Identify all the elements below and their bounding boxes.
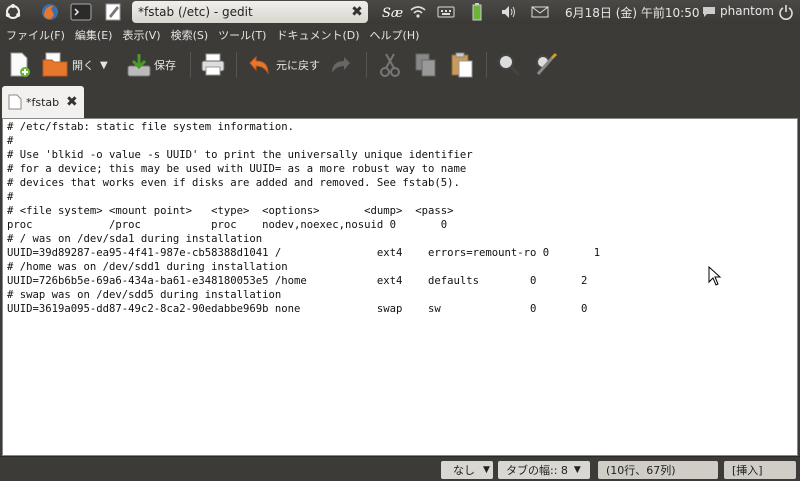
close-tab-icon[interactable]: ✖ [66,94,84,110]
insert-mode-text: [挿入] [732,464,763,477]
tab-label: *fstab [26,95,60,109]
menu-view[interactable]: 表示(V) [116,24,164,44]
menu-help[interactable]: ヘルプ(H) [364,24,424,44]
find-button[interactable] [496,50,522,80]
svg-text:Sæ: Sæ [382,6,403,21]
toolbar-separator [366,52,367,78]
open-button[interactable]: 開く [42,50,94,80]
ubuntu-logo-icon[interactable] [2,2,24,22]
keyboard-icon[interactable] [436,2,456,22]
highlight-mode-select[interactable]: なし ▼ [441,461,493,479]
redo-button[interactable] [330,50,354,80]
menu-tools[interactable]: ツール(T) [212,24,270,44]
menu-documents[interactable]: ドキュメント(D) [270,24,363,44]
text-editor[interactable]: # /etc/fstab: static file system informa… [2,118,798,456]
editor-content[interactable]: # /etc/fstab: static file system informa… [3,119,797,316]
firefox-icon[interactable] [38,2,62,22]
undo-label: 元に戻す [276,59,320,72]
save-button[interactable]: 保存 [126,50,176,80]
window-task-button[interactable]: *fstab (/etc) - gedit ✖ [132,1,368,23]
input-method-icon[interactable]: Sæ [380,2,406,22]
paste-button[interactable] [450,50,474,80]
open-label: 開く [72,59,94,72]
copy-icon [415,53,436,77]
replace-button[interactable] [532,50,560,80]
print-button[interactable] [200,50,226,80]
toolbar-separator [236,52,237,78]
chevron-down-icon: ▼ [483,465,490,475]
tab-width-value: タブの幅:: 8 [506,464,568,477]
cut-button[interactable] [378,50,402,80]
highlight-mode-value: なし [453,464,475,477]
tab-fstab[interactable]: *fstab ✖ [2,86,84,118]
tab-width-select[interactable]: タブの幅:: 8 ▼ [498,461,590,479]
terminal-icon[interactable] [68,2,94,22]
save-icon [127,54,151,77]
top-panel: *fstab (/etc) - gedit ✖ Sæ 6月18日 (金) 午前1… [0,0,800,24]
document-icon [8,94,22,110]
undo-icon [249,55,269,75]
chevron-down-icon: ▼ [100,59,108,71]
open-dropdown-button[interactable]: ▼ [100,50,108,80]
mail-icon[interactable] [530,2,550,22]
menu-file[interactable]: ファイル(F) [0,24,69,44]
open-folder-icon [42,52,68,77]
cursor-position-text: (10行、67列) [606,464,676,477]
copy-button[interactable] [414,50,438,80]
insert-mode: [挿入] [724,461,796,479]
new-document-icon [10,52,30,77]
search-icon [498,54,521,77]
find-replace-icon [536,52,558,75]
cursor-position: (10行、67列) [598,461,718,479]
new-button[interactable] [8,50,32,80]
chat-icon[interactable] [700,2,718,22]
document-tab-bar: *fstab ✖ [0,86,800,118]
power-icon[interactable] [776,2,796,22]
chevron-down-icon: ▼ [573,465,581,475]
mouse-cursor-icon [708,265,722,289]
undo-button[interactable]: 元に戻す [246,50,320,80]
toolbar: 開く ▼ 保存 元に戻す [0,44,800,86]
cut-icon [380,53,400,77]
battery-icon[interactable] [470,2,484,22]
user-name[interactable]: phantom [720,4,774,18]
print-icon [201,53,225,76]
paste-icon [451,52,473,78]
gedit-icon[interactable] [100,2,126,22]
window-title: *fstab (/etc) - gedit [138,5,253,19]
wifi-icon[interactable] [408,2,428,22]
menu-bar: ファイル(F) 編集(E) 表示(V) 検索(S) ツール(T) ドキュメント(… [0,24,800,44]
save-label: 保存 [154,59,176,72]
clock[interactable]: 6月18日 (金) 午前10:50 [565,4,699,21]
menu-edit[interactable]: 編集(E) [69,24,117,44]
volume-icon[interactable] [500,2,518,22]
menu-search[interactable]: 検索(S) [165,24,213,44]
toolbar-separator [190,52,191,78]
toolbar-separator [486,52,487,78]
redo-icon [332,57,350,73]
close-icon[interactable]: ✖ [346,4,368,20]
status-bar: なし ▼ タブの幅:: 8 ▼ (10行、67列) [挿入] [0,456,800,481]
